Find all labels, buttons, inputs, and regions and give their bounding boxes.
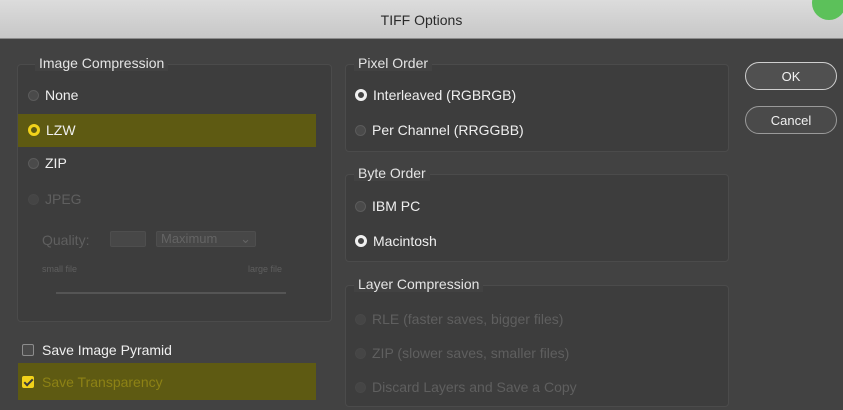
quality-label: Quality:: [42, 232, 90, 248]
radio-none[interactable]: [28, 89, 39, 101]
chevron-down-icon: ⌄: [240, 231, 251, 246]
radio-jpeg[interactable]: [28, 193, 39, 205]
large-file-label: large file: [248, 264, 283, 274]
pixel-order-title: Pixel Order: [354, 55, 433, 71]
radio-discard[interactable]: [355, 381, 366, 393]
radio-ibm-pc[interactable]: [355, 200, 366, 212]
byte-order-title: Byte Order: [354, 165, 430, 181]
byte-order-macintosh-label: Macintosh: [373, 233, 437, 249]
quality-preset-select[interactable]: Maximum ⌄: [156, 231, 256, 247]
ok-button[interactable]: OK: [745, 62, 837, 90]
pixel-order-interleaved[interactable]: Interleaved (RGBRGB): [355, 84, 516, 106]
pixel-order-interleaved-label: Interleaved (RGBRGB): [373, 87, 517, 103]
layer-compression-zip-label: ZIP (slower saves, smaller files): [372, 345, 570, 361]
layer-compression-title: Layer Compression: [354, 276, 484, 292]
radio-lzw[interactable]: [28, 124, 40, 136]
save-image-pyramid-checkbox[interactable]: [22, 344, 34, 356]
save-image-pyramid-label: Save Image Pyramid: [42, 342, 172, 358]
compression-option-lzw-label: LZW: [46, 122, 76, 138]
quality-value-input[interactable]: [110, 231, 146, 247]
radio-per-channel[interactable]: [355, 124, 366, 136]
compression-option-jpeg-label: JPEG: [45, 191, 82, 207]
radio-macintosh[interactable]: [355, 235, 367, 247]
compression-option-lzw[interactable]: LZW: [28, 119, 76, 141]
cancel-button[interactable]: Cancel: [745, 106, 837, 134]
radio-interleaved[interactable]: [355, 89, 367, 101]
pixel-order-per-channel-label: Per Channel (RRGGBB): [372, 122, 524, 138]
compression-option-none-label: None: [45, 87, 79, 103]
pixel-order-per-channel[interactable]: Per Channel (RRGGBB): [355, 119, 524, 141]
compression-option-jpeg[interactable]: JPEG: [28, 188, 82, 210]
layer-compression-discard-label: Discard Layers and Save a Copy: [372, 379, 577, 395]
radio-zip[interactable]: [28, 157, 39, 169]
window-title: TIFF Options: [380, 12, 463, 28]
save-transparency-checkbox[interactable]: [22, 376, 34, 388]
compression-option-none[interactable]: None: [28, 84, 78, 106]
quality-row: Quality:: [42, 229, 89, 251]
title-bar: TIFF Options: [0, 0, 843, 39]
quality-preset-label: Maximum: [161, 231, 218, 246]
image-compression-title: Image Compression: [35, 55, 169, 71]
byte-order-ibm-pc-label: IBM PC: [372, 198, 421, 214]
save-transparency-row[interactable]: Save Transparency: [22, 371, 163, 393]
layer-compression-zip[interactable]: ZIP (slower saves, smaller files): [355, 342, 569, 364]
compression-option-zip-label: ZIP: [45, 155, 67, 171]
small-file-label: small file: [42, 264, 78, 274]
layer-compression-rle-label: RLE (faster saves, bigger files): [372, 311, 564, 327]
radio-layer-zip[interactable]: [355, 347, 366, 359]
quality-slider[interactable]: [56, 292, 286, 294]
radio-rle[interactable]: [355, 313, 366, 325]
byte-order-ibm-pc[interactable]: IBM PC: [355, 195, 420, 217]
layer-compression-discard[interactable]: Discard Layers and Save a Copy: [355, 376, 577, 398]
save-transparency-label: Save Transparency: [42, 374, 163, 390]
save-image-pyramid-row[interactable]: Save Image Pyramid: [22, 339, 172, 361]
compression-option-zip[interactable]: ZIP: [28, 152, 67, 174]
byte-order-macintosh[interactable]: Macintosh: [355, 230, 437, 252]
layer-compression-rle[interactable]: RLE (faster saves, bigger files): [355, 308, 563, 330]
